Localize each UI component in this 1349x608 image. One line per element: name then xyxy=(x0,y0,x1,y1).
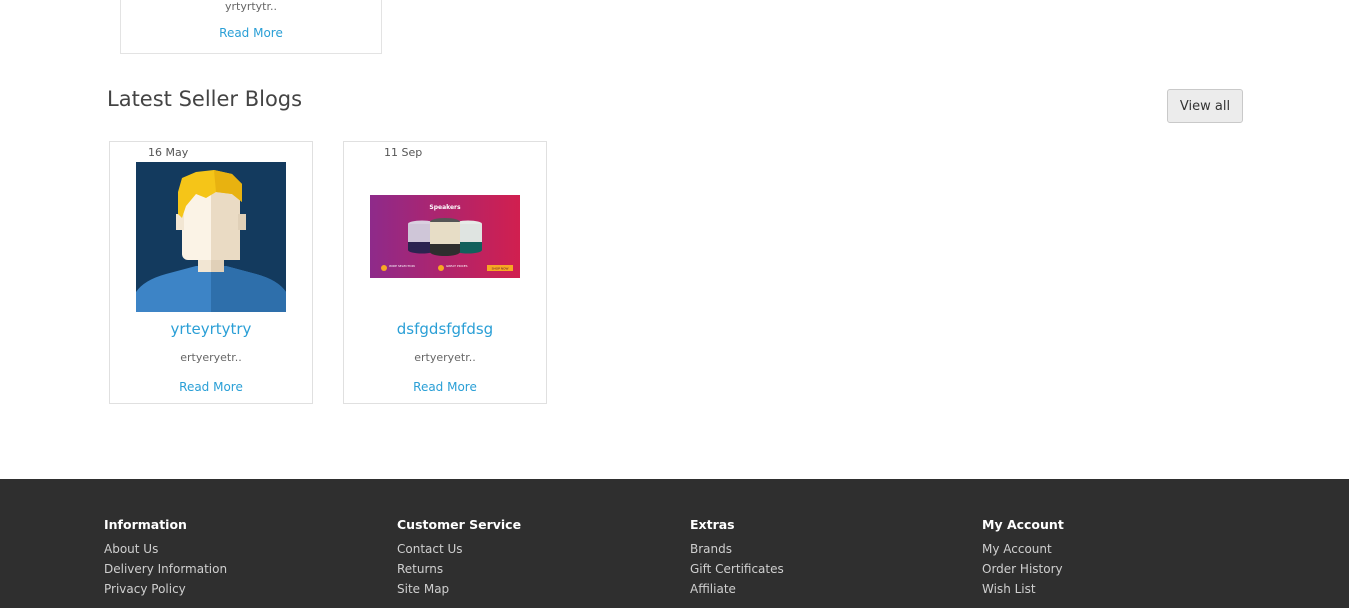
footer-link-order-history[interactable]: Order History xyxy=(982,562,1063,576)
blog-excerpt: yrtyrtytr.. xyxy=(224,0,278,13)
avatar-image xyxy=(136,162,286,312)
footer-link-contact-us[interactable]: Contact Us xyxy=(397,542,463,556)
footer-column-customer-service: Customer Service Contact Us Returns Site… xyxy=(397,517,521,602)
blog-date: 11 Sep xyxy=(384,146,423,159)
blog-date: 16 May xyxy=(148,146,189,159)
footer-column-information: Information About Us Delivery Informatio… xyxy=(104,517,227,602)
footer-link-affiliate[interactable]: Affiliate xyxy=(690,582,736,596)
footer-column-my-account: My Account My Account Order History Wish… xyxy=(982,517,1064,602)
footer-link-site-map[interactable]: Site Map xyxy=(397,582,449,596)
read-more-link[interactable]: Read More xyxy=(121,26,381,40)
read-more-link[interactable]: Read More xyxy=(110,380,312,394)
banner-badge-1: WIDE SELECTION xyxy=(389,264,415,268)
banner-heading: Speakers xyxy=(429,204,461,211)
blog-thumbnail[interactable]: Speakers WIDE SELECTION GREAT PRICES SHO… xyxy=(370,162,520,312)
speakers-banner-image: Speakers WIDE SELECTION GREAT PRICES SHO… xyxy=(370,195,520,278)
banner-badge-2: GREAT PRICES xyxy=(446,264,468,268)
section-title: Latest Seller Blogs xyxy=(107,87,303,111)
read-more-link[interactable]: Read More xyxy=(344,380,546,394)
blog-thumbnail[interactable] xyxy=(136,162,286,312)
blog-excerpt: ertyeryetr.. xyxy=(414,351,476,364)
footer-link-gift-certificates[interactable]: Gift Certificates xyxy=(690,562,784,576)
blog-card: 11 Sep Speakers WIDE SELECTION GREAT PRI… xyxy=(343,141,547,404)
previous-blog-card: yrtyrtytr.. Read More xyxy=(120,0,382,54)
view-all-button[interactable]: View all xyxy=(1167,89,1243,123)
footer-link-about-us[interactable]: About Us xyxy=(104,542,158,556)
blog-title-link[interactable]: yrteyrtytry xyxy=(110,320,312,338)
footer-heading: Information xyxy=(104,517,187,532)
footer-heading: Extras xyxy=(690,517,735,532)
footer-link-delivery-information[interactable]: Delivery Information xyxy=(104,562,227,576)
blog-excerpt: ertyeryetr.. xyxy=(180,351,242,364)
blog-card: 16 May yrteyrtytry ertyeryetr.. Read Mor… xyxy=(109,141,313,404)
footer-link-brands[interactable]: Brands xyxy=(690,542,732,556)
site-footer: Information About Us Delivery Informatio… xyxy=(0,479,1349,608)
footer-link-wish-list[interactable]: Wish List xyxy=(982,582,1036,596)
footer-link-privacy-policy[interactable]: Privacy Policy xyxy=(104,582,186,596)
banner-cta: SHOP NOW xyxy=(492,267,509,271)
footer-link-returns[interactable]: Returns xyxy=(397,562,443,576)
footer-heading: My Account xyxy=(982,517,1064,532)
footer-heading: Customer Service xyxy=(397,517,522,532)
footer-column-extras: Extras Brands Gift Certificates Affiliat… xyxy=(690,517,784,602)
footer-link-my-account[interactable]: My Account xyxy=(982,542,1052,556)
blog-title-link[interactable]: dsfgdsfgfdsg xyxy=(344,320,546,338)
